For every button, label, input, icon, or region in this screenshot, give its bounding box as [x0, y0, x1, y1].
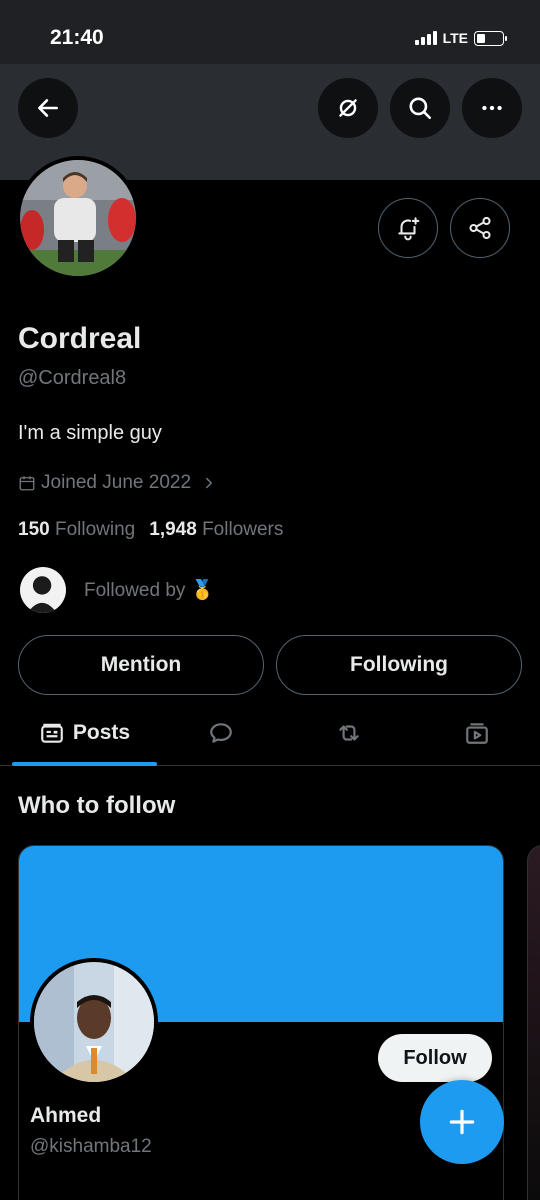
battery-icon	[474, 30, 507, 46]
followers-count: 1,948	[149, 519, 197, 540]
more-button[interactable]	[462, 78, 522, 138]
media-icon	[465, 723, 488, 744]
followed-by-text: Followed by 🥇	[84, 580, 215, 601]
following-label: Following	[54, 519, 136, 540]
suggestion-avatar[interactable]	[30, 958, 158, 1086]
follow-button[interactable]: Follow	[378, 1034, 492, 1082]
back-button[interactable]	[18, 78, 78, 138]
suggestion-card-next[interactable]	[527, 845, 540, 1200]
profile-tabs: Posts	[0, 700, 540, 766]
posts-icon	[41, 723, 63, 743]
share-button[interactable]	[450, 198, 510, 258]
more-icon	[482, 105, 502, 111]
profile-handle: @Cordreal8	[18, 367, 127, 389]
joined-date[interactable]: Joined June 2022	[18, 472, 218, 494]
grok-button[interactable]	[318, 78, 378, 138]
grok-icon	[339, 99, 357, 117]
repost-icon	[339, 725, 359, 741]
tab-posts[interactable]: Posts	[12, 700, 157, 766]
following-button[interactable]: Following	[276, 635, 522, 695]
follower-avatar	[18, 565, 68, 615]
profile-bio: I'm a simple guy	[18, 422, 162, 444]
notification-bell-plus-icon	[398, 217, 420, 241]
plus-icon	[449, 1109, 475, 1135]
active-tab-indicator	[12, 762, 157, 766]
follow-counts: 150 Following 1,948 Followers	[18, 519, 283, 541]
profile-avatar[interactable]	[16, 156, 140, 280]
following-count-link[interactable]: 150 Following	[18, 519, 135, 541]
suggestion-avatar-image	[34, 962, 154, 1082]
tab-replies[interactable]	[157, 700, 285, 766]
share-icon	[469, 216, 491, 240]
who-to-follow-title: Who to follow	[18, 792, 176, 819]
following-count: 150	[18, 519, 50, 540]
suggestion-name: Ahmed	[30, 1104, 102, 1127]
search-button[interactable]	[390, 78, 450, 138]
tab-posts-label: Posts	[72, 721, 131, 744]
tab-reposts[interactable]	[285, 700, 413, 766]
signal-icon	[414, 31, 437, 45]
status-indicators: LTE	[414, 30, 507, 46]
mention-button[interactable]: Mention	[18, 635, 264, 695]
status-time: 21:40	[50, 26, 104, 49]
tab-media[interactable]	[413, 700, 540, 766]
joined-label: Joined June 2022	[41, 472, 192, 493]
chevron-right-icon	[206, 477, 213, 489]
status-bar: 21:40 LTE	[0, 0, 540, 64]
network-label: LTE	[442, 30, 468, 46]
avatar-image	[20, 160, 136, 276]
replies-icon	[210, 723, 232, 743]
notify-button[interactable]	[378, 198, 438, 258]
compose-button[interactable]	[420, 1080, 504, 1164]
calendar-icon	[19, 476, 35, 491]
followed-by[interactable]: Followed by 🥇	[18, 565, 214, 615]
search-icon	[409, 97, 432, 120]
followers-count-link[interactable]: 1,948 Followers	[149, 519, 283, 541]
profile-name: Cordreal	[18, 322, 142, 355]
suggestion-handle: @kishamba12	[30, 1136, 152, 1157]
followers-label: Followers	[202, 519, 284, 540]
back-arrow-icon	[38, 99, 58, 117]
